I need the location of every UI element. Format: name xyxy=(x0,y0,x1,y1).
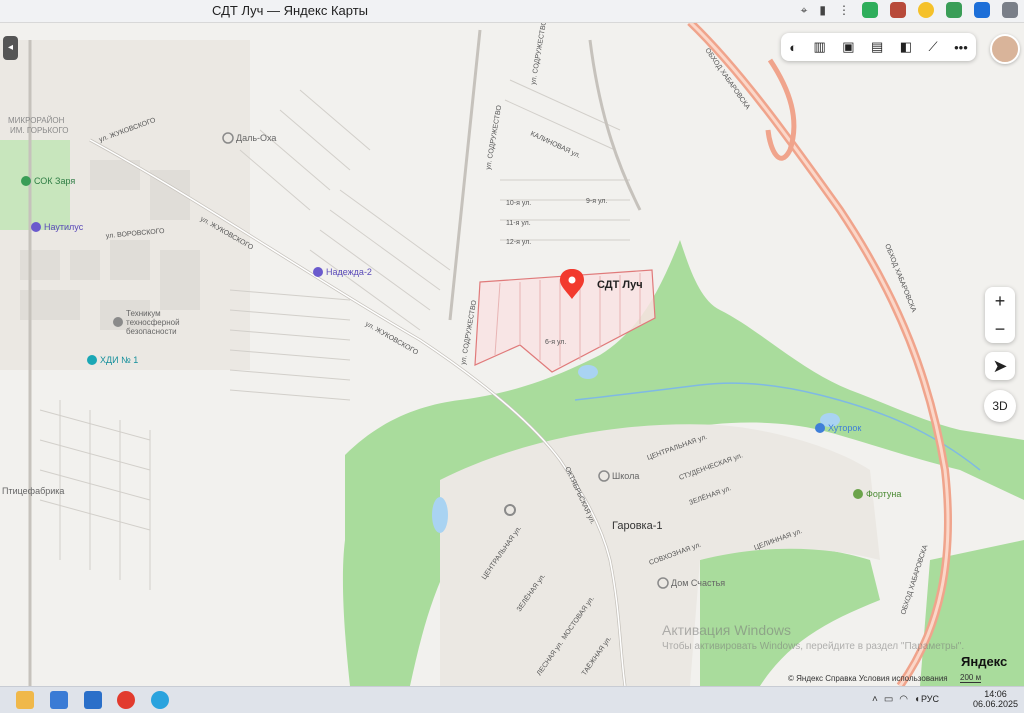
label-dal-okha: Даль-Оха xyxy=(236,133,276,143)
bookmark-icon[interactable]: ▮ xyxy=(819,3,826,17)
label-11-ul: 11-я ул. xyxy=(506,220,531,227)
panorama-icon[interactable]: ▥ xyxy=(814,39,826,55)
label-school: Школа xyxy=(612,471,639,481)
avatar-ext-icon[interactable] xyxy=(890,2,906,18)
label-mikrorayon: МИКРОРАЙОН xyxy=(8,116,65,125)
traffic-icon[interactable]: ◧ xyxy=(900,39,912,55)
browser-titlebar: СДТ Луч — Яндекс Карты ⌖ ▮ ⋮ xyxy=(0,0,1024,23)
clock-date: 06.06.2025 xyxy=(972,699,1018,709)
label-sok-zarya: СОК Заря xyxy=(34,176,75,186)
browser-extensions: ⌖ ▮ ⋮ xyxy=(801,2,1018,18)
download-icon[interactable] xyxy=(1002,2,1018,18)
copyright-links[interactable]: © Яндекс Справка Условия использования xyxy=(788,674,948,683)
label-fortuna: Фортуна xyxy=(866,489,901,499)
location-icon[interactable]: ⌖ xyxy=(801,3,808,18)
telegram-icon[interactable] xyxy=(151,691,169,709)
shield-ext-icon[interactable] xyxy=(862,2,878,18)
wifi-icon[interactable]: ◠ xyxy=(899,694,908,705)
label-technikum2: техносферной xyxy=(126,318,180,327)
y-ext-icon[interactable] xyxy=(974,2,990,18)
label-im-gorkogo: ИМ. ГОРЬКОГО xyxy=(10,126,68,135)
label-garovka: Гаровка-1 xyxy=(612,520,663,532)
language-indicator[interactable]: РУС xyxy=(921,694,939,704)
label-khutorok: Хуторок xyxy=(828,423,861,433)
geolocation-icon[interactable]: ➤ xyxy=(985,352,1015,380)
technikum-icon[interactable] xyxy=(113,317,123,327)
khutorok-icon[interactable] xyxy=(815,423,825,433)
more-icon[interactable]: ••• xyxy=(954,40,968,55)
network-icon[interactable]: ▭ xyxy=(884,694,893,705)
avatar[interactable] xyxy=(990,34,1020,64)
layers-icon[interactable]: ◐ xyxy=(789,40,797,55)
nadezhda2-icon[interactable] xyxy=(313,267,323,277)
watermark-line1: Активация Windows xyxy=(662,622,792,638)
label-nadezhda2: Надежда-2 xyxy=(326,267,372,277)
watermark-line2: Чтобы активировать Windows, перейдите в … xyxy=(662,641,965,652)
label-6-ul: 6-я ул. xyxy=(545,339,566,346)
map-canvas[interactable]: СДТ Луч МИКРОРАЙОН ИМ. ГОРЬКОГО Даль-Оха… xyxy=(0,22,1024,686)
mail-icon[interactable] xyxy=(84,691,102,709)
label-dom-schastya: Дом Счастья xyxy=(671,578,725,588)
volume-icon[interactable]: ◖ xyxy=(914,694,920,705)
map-toolbar: ◐ ▥ ▣ ▤ ◧ ⟋ ••• xyxy=(781,33,976,61)
ruler-icon[interactable]: ⟋ xyxy=(929,39,938,55)
label-ptitsefabrika: Птицефабрика xyxy=(2,486,64,496)
pond-west xyxy=(432,497,448,533)
yandex-browser-icon[interactable] xyxy=(117,691,135,709)
windows-activation-watermark: Активация Windows Чтобы активировать Win… xyxy=(662,622,964,652)
zoom-control: + − xyxy=(985,287,1015,343)
camera-icon[interactable]: ▣ xyxy=(842,39,854,55)
label-12-ul: 12-я ул. xyxy=(506,239,531,246)
clock[interactable]: 14:06 06.06.2025 xyxy=(973,689,1018,709)
hdi-icon[interactable] xyxy=(87,355,97,365)
label-nautilus: Наутилус xyxy=(44,222,84,232)
mode-3d-button[interactable]: 3D xyxy=(984,390,1016,422)
store-icon[interactable] xyxy=(50,691,68,709)
sok-zarya-icon[interactable] xyxy=(21,176,31,186)
file-explorer-icon[interactable] xyxy=(16,691,34,709)
window-title: СДТ Луч — Яндекс Карты xyxy=(211,3,368,18)
clock-time: 14:06 xyxy=(984,689,1007,699)
system-tray: ˄ ▭ ◠ ◖ xyxy=(872,694,920,705)
yandex-logo: Яндекс xyxy=(961,654,1008,669)
label-technikum3: безопасности xyxy=(126,327,177,336)
zoom-in-button[interactable]: + xyxy=(985,287,1015,315)
zoom-out-button[interactable]: − xyxy=(985,315,1015,343)
label-hdi: ХДИ № 1 xyxy=(100,355,138,365)
coin-ext-icon[interactable] xyxy=(918,2,934,18)
scale-bar: 200 м xyxy=(960,673,982,683)
label-technikum1: Техникум xyxy=(126,309,161,318)
chevron-up-icon[interactable]: ˄ xyxy=(872,694,878,705)
transport-icon[interactable]: ▤ xyxy=(871,39,883,55)
paw-ext-icon[interactable] xyxy=(946,2,962,18)
label-9-ul: 9-я ул. xyxy=(586,198,607,205)
collapse-panel-button[interactable]: ◂ xyxy=(3,36,18,60)
geolocation-control: ➤ xyxy=(985,352,1015,380)
place-title[interactable]: СДТ Луч xyxy=(597,279,643,291)
fortuna-icon[interactable] xyxy=(853,489,863,499)
taskbar: ˄ ▭ ◠ ◖ РУС 14:06 06.06.2025 xyxy=(0,686,1024,713)
label-10-ul: 10-я ул. xyxy=(506,200,531,207)
nautilus-icon[interactable] xyxy=(31,222,41,232)
menu-icon[interactable]: ⋮ xyxy=(838,3,850,17)
pond-center xyxy=(578,365,598,379)
